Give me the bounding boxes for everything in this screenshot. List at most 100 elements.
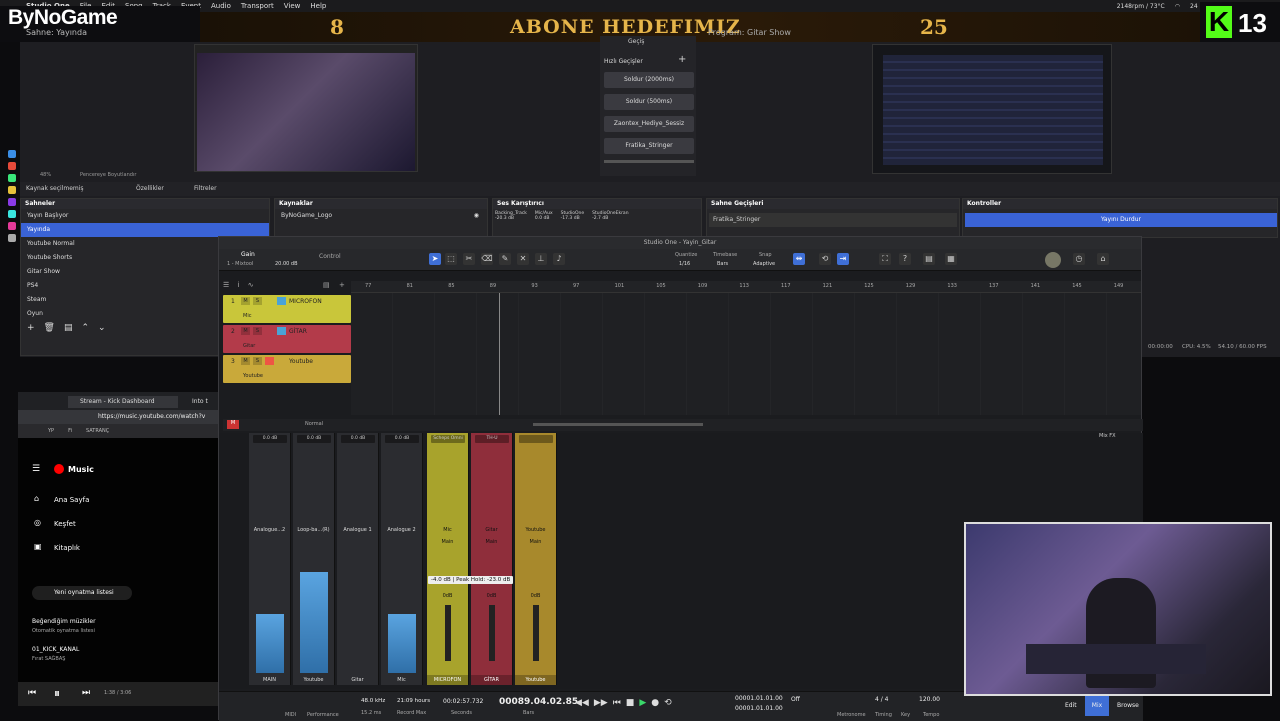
volume-fader[interactable]	[533, 605, 539, 661]
dock-app-icon[interactable]	[8, 234, 16, 242]
monitor-button[interactable]	[277, 327, 286, 335]
track-gitar[interactable]: 2 M S GİTAR Gitar	[223, 325, 351, 353]
snap-value[interactable]: Adaptive	[753, 261, 775, 267]
record-button[interactable]	[265, 357, 274, 365]
grid-icon[interactable]: ▦	[945, 253, 957, 265]
channel-gain[interactable]: 0.0 dB	[385, 435, 419, 443]
track-name[interactable]: MICROFON	[289, 298, 322, 305]
view-edit[interactable]: Edit	[1065, 702, 1077, 709]
next-icon[interactable]: ⏭	[82, 688, 90, 698]
view-browse[interactable]: Browse	[1117, 702, 1139, 709]
new-playlist-button[interactable]: Yeni oynatma listesi	[32, 586, 132, 600]
console-mix-icon[interactable]: M	[227, 420, 239, 429]
mixer-channel[interactable]: StudioOne -17.3 dB	[561, 211, 585, 221]
transition-fade-500[interactable]: Soldur (500ms)	[604, 94, 694, 110]
mute-tool-icon[interactable]: ✕	[517, 253, 529, 265]
nav-home[interactable]: Ana Sayfa	[54, 496, 89, 504]
menu-view[interactable]: View	[284, 2, 301, 10]
stop-icon[interactable]: ■	[626, 698, 635, 708]
view-mix[interactable]: Mix	[1085, 696, 1109, 716]
record-icon[interactable]: ●	[651, 698, 659, 708]
console-mode[interactable]: Normal	[305, 421, 323, 427]
track-name[interactable]: Youtube	[289, 358, 313, 365]
transition-slider[interactable]	[604, 160, 694, 163]
mixer-channel[interactable]: Backing_Track -20.3 dB	[495, 211, 527, 221]
tempo-value[interactable]: 120.00	[919, 696, 940, 703]
scene-item-active[interactable]: Yayında	[21, 223, 269, 237]
time-signature[interactable]: 4 / 4	[875, 696, 888, 703]
browse-icon[interactable]: ▤	[923, 253, 935, 265]
snap-toggle-icon[interactable]: ⇹	[793, 253, 805, 265]
strip-insert[interactable]: TH-U	[475, 435, 509, 443]
ytmusic-logo-icon[interactable]	[54, 464, 64, 474]
arrangement-view[interactable]	[351, 293, 1141, 415]
strip-bus[interactable]: Main	[515, 539, 556, 545]
mixtool-label[interactable]: 1 - Mixtool	[227, 261, 253, 267]
instrument-strip[interactable]: Youtube Main 0dB Youtube	[515, 433, 557, 685]
mixer-channel[interactable]: 0.0 dB Analogue 2 Mic	[381, 433, 423, 685]
track-input[interactable]: Gitar	[243, 343, 255, 349]
bookmark[interactable]: SATRANÇ	[86, 428, 109, 434]
add-track-icon[interactable]: +	[339, 281, 345, 289]
add-transition-icon[interactable]: +	[678, 54, 686, 65]
menu-icon[interactable]: ☰	[32, 464, 40, 474]
stop-stream-button[interactable]: Yayını Durdur	[965, 213, 1277, 227]
transition-fade-2000[interactable]: Soldur (2000ms)	[604, 72, 694, 88]
menu-transport[interactable]: Transport	[241, 2, 274, 10]
instrument-strip[interactable]: TH-U Gitar Main 0dB GİTAR	[471, 433, 513, 685]
dock-app-icon[interactable]	[8, 186, 16, 194]
source-item[interactable]: ByNoGame_Logo ◉	[275, 209, 487, 223]
eraser-tool-icon[interactable]: ⌫	[481, 253, 493, 265]
timebase-value[interactable]: Bars	[717, 261, 728, 267]
transition-select[interactable]: Fratika_Stringer	[709, 213, 957, 227]
previous-icon[interactable]: ⏮	[28, 688, 36, 698]
bookmark[interactable]: YP	[48, 428, 54, 434]
strip-bus[interactable]: Main	[427, 539, 468, 545]
paint-tool-icon[interactable]: ✎	[499, 253, 511, 265]
dock-app-icon[interactable]	[8, 222, 16, 230]
timeline-ruler[interactable]: 77 81 85 89 93 97 101 105 109 113 117 121 125 129 133 1…	[351, 281, 1141, 293]
move-up-icon[interactable]: ⌃	[82, 323, 90, 333]
program-canvas[interactable]	[872, 44, 1112, 174]
home-icon[interactable]: ⌂	[1097, 253, 1109, 265]
zoom-level[interactable]: 48%	[40, 172, 51, 178]
pause-icon[interactable]: ⏸	[54, 686, 60, 701]
gain-value[interactable]: 20.00 dB	[275, 261, 298, 267]
avatar[interactable]	[1045, 252, 1061, 268]
add-scene-icon[interactable]: +	[27, 323, 35, 333]
sync-value[interactable]: Off	[791, 696, 800, 703]
mute-button[interactable]: M	[241, 297, 250, 305]
mute-button[interactable]: M	[241, 357, 250, 365]
play-icon[interactable]: ▶	[639, 698, 646, 708]
dock-app-icon[interactable]	[8, 198, 16, 206]
resize-label[interactable]: Pencereye Boyutlandır	[80, 172, 136, 178]
loop-end[interactable]: 00001.01.01.00	[735, 705, 783, 712]
strip-insert[interactable]	[519, 435, 553, 443]
strip-bus[interactable]: Main	[471, 539, 512, 545]
bars-position[interactable]: 00089.04.02.85	[499, 697, 578, 707]
split-tool-icon[interactable]: ✂	[463, 253, 475, 265]
help-icon[interactable]: ?	[899, 253, 911, 265]
mixer-channel[interactable]: 0.0 dB Analogue 1 Gitar	[337, 433, 379, 685]
return-zero-icon[interactable]: ⏮	[613, 698, 621, 708]
scene-filter-icon[interactable]: ▤	[64, 323, 73, 333]
volume-fader[interactable]	[445, 605, 451, 661]
mute-button[interactable]: M	[241, 327, 250, 335]
scene-item[interactable]: Yayın Başlıyor	[21, 209, 269, 223]
range-tool-icon[interactable]: ⬚	[445, 253, 457, 265]
liked-songs[interactable]: Beğendiğim müzikler	[32, 618, 96, 625]
loop-icon[interactable]: ⟲	[664, 698, 672, 708]
rewind-icon[interactable]: ◀◀	[575, 698, 589, 708]
metronome-icon[interactable]: ◷	[1073, 253, 1085, 265]
loop-icon[interactable]: ⟲	[819, 253, 831, 265]
menu-audio[interactable]: Audio	[211, 2, 231, 10]
listen-tool-icon[interactable]: ♪	[553, 253, 565, 265]
track-list-icon[interactable]: ☰	[223, 281, 229, 289]
arrow-tool-icon[interactable]: ➤	[429, 253, 441, 265]
track-youtube[interactable]: 3 M S Youtube Youtube	[223, 355, 351, 383]
volume-fader[interactable]	[489, 605, 495, 661]
instrument-strip[interactable]: Scheps Omni Mic Main 0dB MICROFON	[427, 433, 469, 685]
filters-button[interactable]: Filtreler	[194, 185, 217, 192]
mix-fx-label[interactable]: Mix FX	[1099, 433, 1116, 439]
track-input[interactable]: Mic	[243, 313, 251, 319]
